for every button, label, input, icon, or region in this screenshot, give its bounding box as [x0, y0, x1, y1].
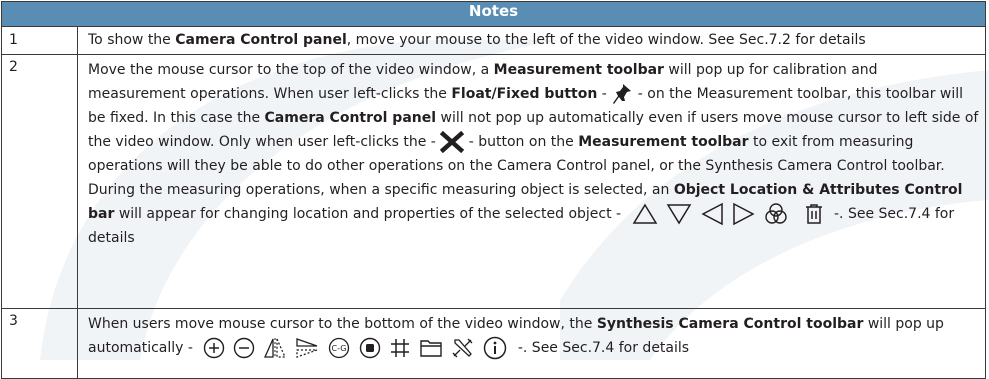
row-text: To show the Camera Control panel, move y… — [77, 26, 986, 55]
grid-icon — [389, 337, 411, 359]
table-row: 2 Move the mouse cursor to the top of th… — [1, 54, 986, 309]
record-icon — [359, 337, 381, 359]
table-row: 1 To show the Camera Control panel, move… — [1, 26, 986, 55]
info-icon — [483, 336, 507, 360]
object-control-icons — [632, 202, 824, 226]
triangle-down-icon — [666, 202, 692, 226]
row-text: Move the mouse cursor to the top of the … — [77, 54, 986, 309]
triangle-up-icon — [632, 202, 658, 226]
flip-vertical-icon — [295, 337, 319, 359]
svg-text:C-G: C-G — [332, 344, 347, 353]
synthesis-toolbar-icons: C-G — [203, 336, 507, 360]
row-text: When users move mouse cursor to the bott… — [77, 308, 986, 379]
zoom-out-icon — [233, 337, 255, 359]
folder-icon — [419, 337, 443, 359]
triangle-left-icon — [700, 202, 724, 226]
pin-icon — [611, 82, 633, 106]
color-circles-icon — [764, 202, 788, 226]
row-number: 1 — [1, 26, 78, 55]
settings-tools-icon — [451, 337, 475, 359]
notes-table: Notes 1 To show the Camera Control panel… — [1, 1, 986, 379]
row-number: 2 — [1, 54, 78, 309]
zoom-in-icon — [203, 337, 225, 359]
cg-icon: C-G — [327, 337, 351, 359]
flip-horizontal-icon — [263, 337, 287, 359]
row-number: 3 — [1, 308, 78, 379]
trash-icon — [804, 203, 824, 225]
close-x-icon — [440, 131, 465, 153]
notes-title: Notes — [1, 1, 986, 27]
table-row: 3 When users move mouse cursor to the bo… — [1, 308, 986, 379]
triangle-right-icon — [732, 202, 756, 226]
